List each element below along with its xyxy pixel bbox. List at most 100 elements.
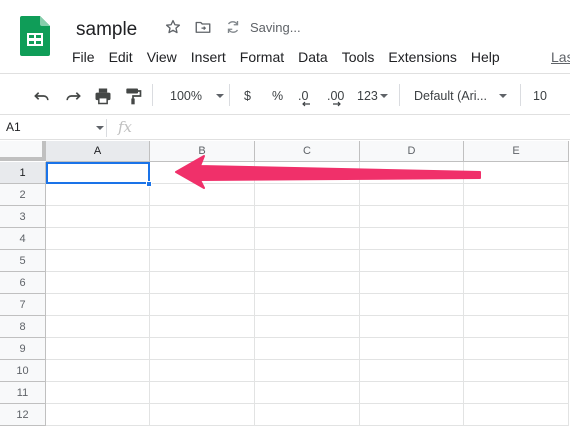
sheets-logo-icon[interactable] (20, 16, 50, 56)
more-formats-button[interactable]: 123 (357, 86, 388, 106)
font-size-input[interactable]: 10 (533, 86, 547, 106)
menu-item[interactable]: Extensions (388, 49, 463, 65)
grid-cell[interactable] (255, 228, 360, 250)
grid-cell[interactable] (46, 184, 150, 206)
menu-item[interactable]: Tools (342, 49, 382, 65)
print-icon[interactable] (93, 86, 113, 106)
increase-decimal-button[interactable]: .00 (327, 86, 344, 107)
grid-cell[interactable] (255, 184, 360, 206)
grid-cell[interactable] (150, 316, 255, 338)
spreadsheet-grid[interactable]: A B C D E 1 2 3 4 5 6 7 8 9 10 11 12 (0, 141, 576, 430)
grid-cell[interactable] (464, 316, 569, 338)
column-header[interactable]: C (255, 141, 360, 162)
column-header[interactable]: E (464, 141, 569, 162)
menu-item[interactable]: Data (298, 49, 335, 65)
grid-cell[interactable] (255, 250, 360, 272)
grid-cell[interactable] (464, 404, 569, 426)
grid-cell[interactable] (46, 360, 150, 382)
grid-cell[interactable] (46, 316, 150, 338)
star-icon[interactable] (164, 18, 182, 36)
grid-cell[interactable] (46, 338, 150, 360)
font-family-select[interactable]: Default (Ari... (414, 86, 507, 106)
row-header[interactable]: 6 (0, 272, 46, 294)
grid-cell[interactable] (150, 162, 255, 184)
percent-button[interactable]: % (272, 86, 283, 106)
select-all-corner[interactable] (0, 141, 46, 161)
grid-cell[interactable] (255, 360, 360, 382)
grid-cell[interactable] (46, 294, 150, 316)
menu-item[interactable]: Insert (191, 49, 233, 65)
grid-cell[interactable] (150, 206, 255, 228)
redo-icon[interactable] (63, 86, 83, 106)
grid-cell[interactable] (255, 338, 360, 360)
row-header[interactable]: 12 (0, 404, 46, 426)
row-header[interactable]: 1 (0, 162, 46, 184)
grid-cell[interactable] (360, 338, 464, 360)
document-title[interactable]: sample (76, 19, 137, 41)
grid-cell[interactable] (255, 316, 360, 338)
move-to-folder-icon[interactable] (194, 18, 212, 36)
menu-item[interactable]: Help (471, 49, 507, 65)
grid-cell[interactable] (464, 382, 569, 404)
menu-item[interactable]: View (147, 49, 184, 65)
active-cell-selection[interactable] (46, 162, 150, 184)
row-header[interactable]: 9 (0, 338, 46, 360)
grid-cell[interactable] (255, 272, 360, 294)
grid-cell[interactable] (464, 250, 569, 272)
grid-cell[interactable] (360, 162, 464, 184)
zoom-select[interactable]: 100% (170, 86, 224, 106)
grid-cell[interactable] (255, 294, 360, 316)
row-header[interactable]: 7 (0, 294, 46, 316)
grid-cell[interactable] (464, 294, 569, 316)
grid-cell[interactable] (360, 184, 464, 206)
row-header[interactable]: 2 (0, 184, 46, 206)
grid-cell[interactable] (464, 206, 569, 228)
grid-cell[interactable] (360, 206, 464, 228)
currency-button[interactable]: $ (244, 86, 251, 106)
undo-icon[interactable] (32, 86, 52, 106)
menu-item[interactable]: File (72, 49, 102, 65)
grid-cell[interactable] (255, 404, 360, 426)
grid-cell[interactable] (46, 206, 150, 228)
grid-cell[interactable] (255, 206, 360, 228)
grid-cell[interactable] (46, 382, 150, 404)
row-header[interactable]: 5 (0, 250, 46, 272)
grid-cell[interactable] (464, 184, 569, 206)
grid-cell[interactable] (150, 228, 255, 250)
fill-handle[interactable] (146, 181, 152, 187)
grid-cell[interactable] (360, 382, 464, 404)
grid-cell[interactable] (46, 404, 150, 426)
row-header[interactable]: 11 (0, 382, 46, 404)
grid-cell[interactable] (150, 294, 255, 316)
paint-format-icon[interactable] (123, 86, 143, 106)
grid-cell[interactable] (360, 250, 464, 272)
grid-cell[interactable] (360, 228, 464, 250)
grid-cell[interactable] (150, 382, 255, 404)
grid-cell[interactable] (464, 228, 569, 250)
grid-cell[interactable] (360, 404, 464, 426)
grid-cell[interactable] (360, 316, 464, 338)
grid-cell[interactable] (464, 272, 569, 294)
name-box[interactable]: A1 (6, 120, 21, 134)
grid-cell[interactable] (150, 184, 255, 206)
grid-cell[interactable] (255, 162, 360, 184)
column-header[interactable]: A (46, 141, 150, 162)
grid-cell[interactable] (150, 272, 255, 294)
chevron-down-icon[interactable] (96, 126, 104, 130)
grid-cell[interactable] (46, 250, 150, 272)
grid-cell[interactable] (150, 404, 255, 426)
grid-cell[interactable] (464, 360, 569, 382)
row-header[interactable]: 3 (0, 206, 46, 228)
grid-cell[interactable] (150, 338, 255, 360)
grid-cell[interactable] (150, 360, 255, 382)
column-header[interactable]: B (150, 141, 255, 162)
grid-cell[interactable] (360, 360, 464, 382)
grid-cell[interactable] (464, 338, 569, 360)
row-header[interactable]: 8 (0, 316, 46, 338)
menu-item[interactable]: Format (240, 49, 291, 65)
grid-cell[interactable] (360, 272, 464, 294)
column-header[interactable]: D (360, 141, 464, 162)
menu-item[interactable]: Edit (109, 49, 140, 65)
grid-cell[interactable] (255, 382, 360, 404)
grid-cell[interactable] (46, 228, 150, 250)
